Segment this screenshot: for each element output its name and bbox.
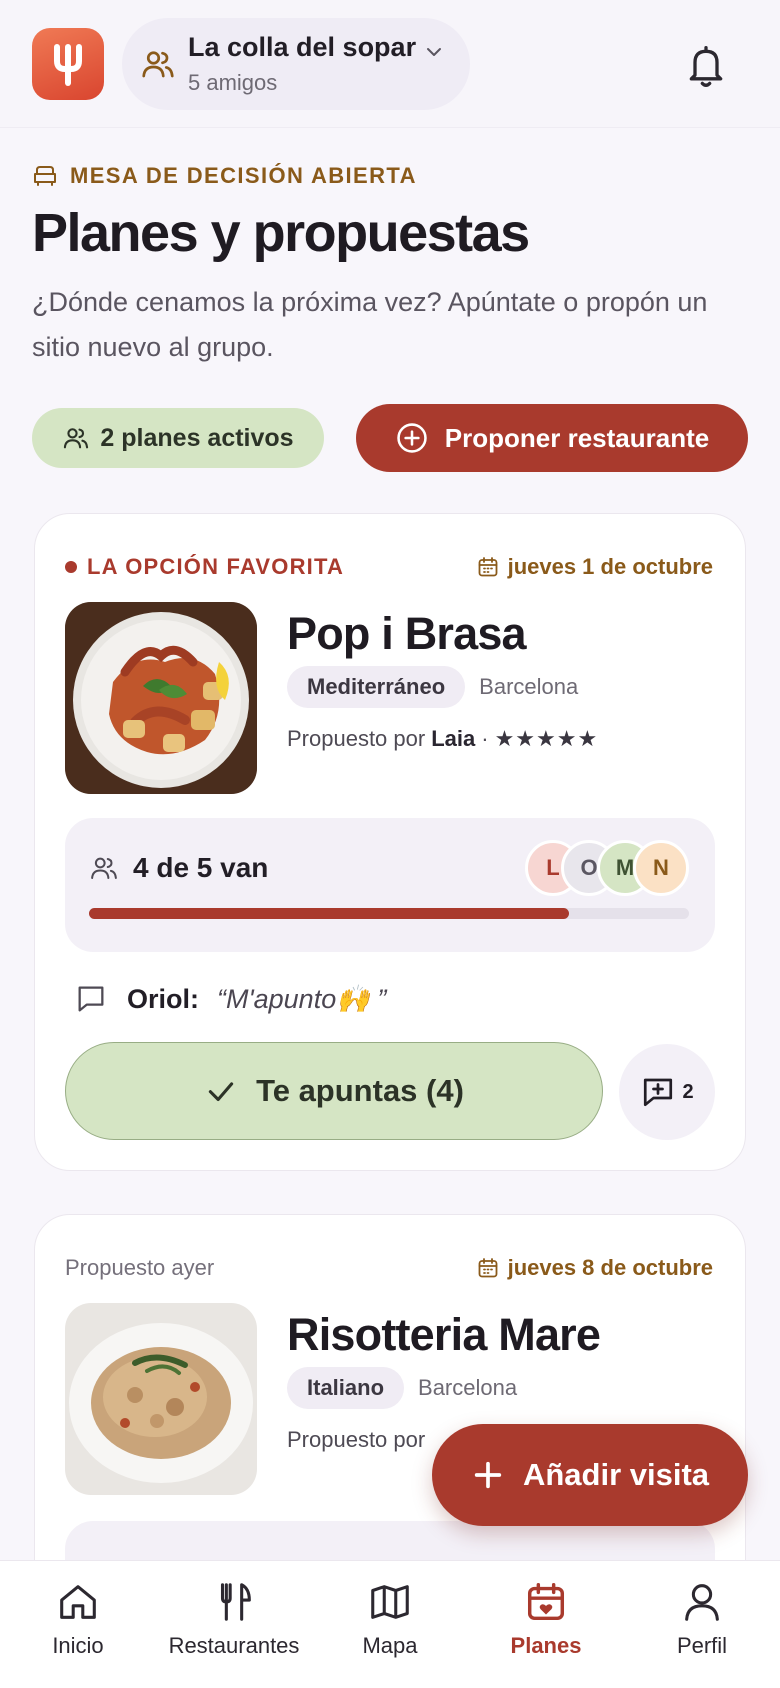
proposer-name: Laia: [431, 726, 476, 751]
nav-restaurantes[interactable]: Restaurantes: [156, 1579, 312, 1679]
user-icon: [685, 1584, 719, 1621]
star-rating: ★★★★★: [494, 726, 599, 751]
restaurant-city: Barcelona: [479, 674, 579, 699]
map-icon: [371, 1585, 409, 1619]
fork-logo-icon: [54, 44, 82, 86]
cuisine-tag: Mediterráneo: [287, 666, 466, 708]
cuisine-tag: Italiano: [287, 1367, 405, 1409]
propose-restaurant-label: Proponer restaurante: [444, 422, 710, 453]
restaurant-city: Barcelona: [418, 1375, 518, 1400]
attendance-summary: 4 de 5 van: [89, 852, 268, 884]
chevron-down-icon: [427, 48, 441, 56]
attendee-avatar[interactable]: N: [633, 840, 689, 896]
favorite-badge-text: LA OPCIÓN FAVORITA: [87, 554, 345, 579]
latest-comment[interactable]: Oriol: “M'apunto🙌 ”: [73, 982, 386, 1016]
dish-image: [65, 602, 257, 794]
nav-label: Inicio: [52, 1633, 104, 1658]
proposed-when: Propuesto ayer: [65, 1255, 215, 1280]
restaurant-photo-octopus[interactable]: [65, 602, 257, 794]
app-header: La colla del sopar 5 amigos: [0, 0, 780, 128]
attendance-panel: 4 de 5 van LOMN: [65, 818, 715, 952]
comment-count: 2: [682, 1080, 694, 1103]
attendance-text: 4 de 5 van: [133, 852, 269, 883]
plan-date-text: jueves 8 de octubre: [507, 1255, 713, 1280]
attendance-progress-fill: [89, 908, 569, 919]
notification-bell-icon[interactable]: [684, 42, 728, 90]
users-icon: [64, 428, 89, 449]
proposed-by-line: Propuesto por: [287, 1427, 425, 1453]
nav-label: Perfil: [676, 1633, 728, 1658]
restaurant-name[interactable]: Pop i Brasa: [287, 608, 527, 660]
comment-author: Oriol:: [127, 983, 199, 1014]
nav-label: Mapa: [362, 1633, 418, 1658]
plan-card[interactable]: LA OPCIÓN FAVORITA jueves 1 de octubre P…: [34, 513, 746, 1171]
home-icon: [60, 1585, 96, 1619]
join-plan-label: Te apuntas (4): [256, 1073, 464, 1108]
attendee-avatars[interactable]: LOMN: [525, 840, 695, 896]
add-visit-button[interactable]: Añadir visita: [432, 1424, 748, 1526]
fork-knife-icon: [220, 1583, 251, 1621]
check-icon: [208, 1082, 234, 1102]
proposed-by-prefix: Propuesto por: [287, 726, 426, 751]
group-name: La colla del sopar: [188, 32, 417, 62]
nav-mapa[interactable]: Mapa: [312, 1579, 468, 1679]
proposed-by-prefix: Propuesto por: [287, 1427, 426, 1452]
plan-card-header: Propuesto ayer jueves 8 de octubre: [65, 1255, 713, 1285]
proposed-by-line: Propuesto por Laia · ★★★★★: [287, 726, 598, 752]
restaurant-tags: Mediterráneo Barcelona: [287, 666, 578, 708]
app-logo[interactable]: [32, 28, 104, 100]
comment-icon: [78, 986, 104, 1012]
restaurant-name[interactable]: Risotteria Mare: [287, 1309, 601, 1361]
armchair-icon: [34, 166, 56, 186]
propose-restaurant-button[interactable]: Proponer restaurante: [356, 404, 748, 472]
bottom-navigation: Inicio Restaurantes Mapa Planes Perfil: [0, 1560, 780, 1688]
users-icon: [142, 51, 174, 78]
message-plus-icon: [644, 1078, 673, 1107]
group-selector[interactable]: La colla del sopar 5 amigos: [122, 18, 470, 110]
plan-comments-button[interactable]: 2: [619, 1044, 715, 1140]
join-plan-button[interactable]: Te apuntas (4): [65, 1042, 603, 1140]
decision-table-eyebrow: MESA DE DECISIÓN ABIERTA: [32, 162, 417, 190]
page-title: Planes y propuestas: [32, 203, 530, 263]
add-visit-label: Añadir visita: [522, 1457, 710, 1492]
plan-date-text: jueves 1 de octubre: [507, 554, 713, 579]
calendar-icon: [478, 557, 497, 577]
nav-inicio[interactable]: Inicio: [0, 1579, 156, 1679]
active-plans-label: 2 planes activos: [100, 423, 294, 452]
active-plans-badge[interactable]: 2 planes activos: [32, 408, 324, 468]
plan-date: jueves 8 de octubre: [476, 1255, 713, 1281]
favorite-dot: [65, 561, 77, 573]
favorite-badge: LA OPCIÓN FAVORITA: [65, 554, 344, 580]
page-subtitle: ¿Dónde cenamos la próxima vez? Apúntate …: [32, 287, 708, 362]
nav-planes[interactable]: Planes: [468, 1579, 624, 1679]
plan-card-header: LA OPCIÓN FAVORITA jueves 1 de octubre: [65, 554, 713, 584]
plus-circle-icon: [397, 423, 427, 453]
calendar-heart-icon: [527, 1583, 565, 1621]
eyebrow-text: MESA DE DECISIÓN ABIERTA: [70, 163, 417, 188]
separator: ·: [481, 726, 489, 751]
plan-date: jueves 1 de octubre: [476, 554, 713, 580]
dish-image: [65, 1303, 257, 1495]
nav-label: Restaurantes: [168, 1633, 300, 1658]
restaurant-photo-risotto[interactable]: [65, 1303, 257, 1495]
nav-label: Planes: [510, 1633, 582, 1658]
calendar-icon: [478, 1258, 497, 1278]
nav-perfil[interactable]: Perfil: [624, 1579, 780, 1679]
restaurant-tags: Italiano Barcelona: [287, 1367, 517, 1409]
comment-text: “M'apunto🙌 ”: [217, 984, 387, 1014]
group-member-count: 5 amigos: [188, 70, 278, 95]
attendance-progress-track: [89, 908, 689, 919]
plus-icon: [474, 1461, 502, 1489]
users-icon: [91, 857, 117, 879]
